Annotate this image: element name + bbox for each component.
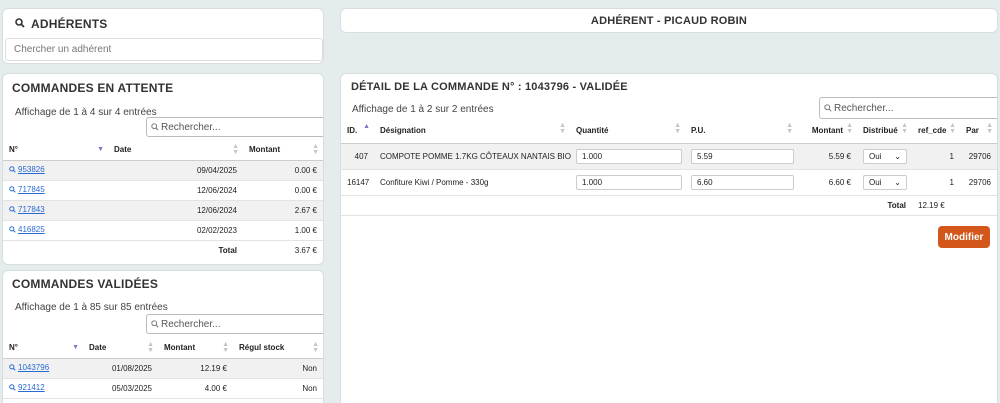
distribue-select[interactable]: Oui ⌄: [863, 148, 907, 164]
adherent-title: ADHÉRENT - PICAUD ROBIN: [590, 14, 748, 27]
validees-info: Affichage de 1 à 85 sur 85 entrées: [15, 302, 168, 313]
validees-title: COMMANDES VALIDÉES: [12, 277, 159, 291]
validees-col-num[interactable]: N° ▼: [3, 338, 83, 359]
attente-search-input[interactable]: Rechercher...: [146, 117, 323, 137]
search-icon: [9, 206, 16, 213]
search-icon: [9, 384, 16, 391]
unit-price-input[interactable]: 5.59: [691, 148, 794, 164]
order-link[interactable]: 717843: [9, 205, 45, 214]
detail-col-distribue[interactable]: Distribué ▲ ▼: [857, 119, 912, 144]
detail-col-designation[interactable]: Désignation ▲ ▼: [374, 119, 570, 144]
commandes-validees-panel: COMMANDES VALIDÉES Affichage de 1 à 85 s…: [2, 270, 324, 403]
attente-table: N° ▼ Date ▲ ▼ Montant ▲ ▼ 953826 09/04/2025 0…: [3, 140, 323, 260]
table-row: 717845 12/06/2024 0.00 €: [3, 180, 323, 201]
detail-col-id[interactable]: ID. ▲: [341, 119, 374, 144]
modify-button[interactable]: Modifier: [938, 226, 990, 248]
attente-col-num[interactable]: N° ▼: [3, 140, 108, 161]
chevron-down-icon: ⌄: [894, 177, 901, 187]
quantity-input[interactable]: 1.000: [576, 148, 682, 164]
adherent-header: ADHÉRENT - PICAUD ROBIN: [340, 8, 998, 33]
search-icon: [824, 104, 832, 112]
adherents-title: ADHÉRENTS: [31, 17, 108, 31]
chevron-down-icon: ⌄: [894, 151, 901, 161]
adherents-panel: ADHÉRENTS Chercher un adhérent: [2, 8, 324, 64]
detail-panel: DÉTAIL DE LA COMMANDE N° : 1043796 - VAL…: [340, 73, 998, 403]
table-row: 16147 Confiture Kiwi / Pomme - 330g 1.00…: [341, 169, 997, 196]
order-link[interactable]: 921412: [9, 383, 45, 392]
validees-table: N° ▼ Date ▲ ▼ Montant ▲ ▼ Régul stock ▲ ▼ 10437…: [3, 338, 323, 399]
search-icon: [15, 15, 25, 33]
detail-col-montant[interactable]: Montant ▲ ▼: [797, 119, 857, 144]
order-link[interactable]: 717845: [9, 185, 45, 194]
total-row: Total 12.19 €: [341, 195, 997, 216]
search-icon: [9, 166, 16, 173]
validees-search-input[interactable]: Rechercher...: [146, 314, 323, 334]
detail-table: ID. ▲ Désignation ▲ ▼ Quantité ▲ ▼ P.U. ▲ ▼ Mon…: [341, 119, 997, 216]
table-row: 416825 02/02/2023 1.00 €: [3, 220, 323, 241]
validees-col-montant[interactable]: Montant ▲ ▼: [158, 338, 233, 359]
commandes-attente-panel: COMMANDES EN ATTENTE Affichage de 1 à 4 …: [2, 73, 324, 265]
table-row: 953826 09/04/2025 0.00 €: [3, 160, 323, 181]
order-link[interactable]: 416825: [9, 225, 45, 234]
search-icon: [9, 364, 16, 371]
attente-info: Affichage de 1 à 4 sur 4 entrées: [15, 107, 157, 118]
attente-col-date[interactable]: Date ▲ ▼: [108, 140, 243, 161]
validees-col-date[interactable]: Date ▲ ▼: [83, 338, 158, 359]
unit-price-input[interactable]: 6.60: [691, 174, 794, 190]
table-row: 921412 05/03/2025 4.00 € Non: [3, 378, 323, 399]
quantity-input[interactable]: 1.000: [576, 174, 682, 190]
attente-col-montant[interactable]: Montant ▲ ▼: [243, 140, 323, 161]
validees-col-regul[interactable]: Régul stock ▲ ▼: [233, 338, 323, 359]
search-icon: [151, 320, 159, 328]
detail-search-input[interactable]: Rechercher...: [819, 97, 997, 119]
distribue-select[interactable]: Oui ⌄: [863, 174, 907, 190]
search-icon: [9, 226, 16, 233]
search-icon: [151, 123, 159, 131]
detail-col-pu[interactable]: P.U. ▲ ▼: [685, 119, 797, 144]
detail-title: DÉTAIL DE LA COMMANDE N° : 1043796 - VAL…: [351, 81, 628, 93]
detail-col-quantite[interactable]: Quantité ▲ ▼: [570, 119, 685, 144]
order-link[interactable]: 1043796: [9, 363, 49, 372]
table-row: 717843 12/06/2024 2.67 €: [3, 200, 323, 221]
order-link[interactable]: 953826: [9, 165, 45, 174]
detail-col-ref-cde[interactable]: ref_cde ▲ ▼: [912, 119, 960, 144]
adherent-search-input[interactable]: Chercher un adhérent: [5, 38, 323, 61]
table-row: 1043796 01/08/2025 12.19 € Non: [3, 358, 323, 379]
detail-col-par[interactable]: Par ▲ ▼: [960, 119, 997, 144]
total-row: Total 3.67 €: [218, 245, 317, 255]
table-row: 407 COMPOTE POMME 1.7KG CÔTEAUX NANTAIS …: [341, 143, 997, 170]
detail-info: Affichage de 1 à 2 sur 2 entrées: [352, 104, 494, 115]
search-icon: [9, 186, 16, 193]
attente-title: COMMANDES EN ATTENTE: [12, 81, 174, 95]
